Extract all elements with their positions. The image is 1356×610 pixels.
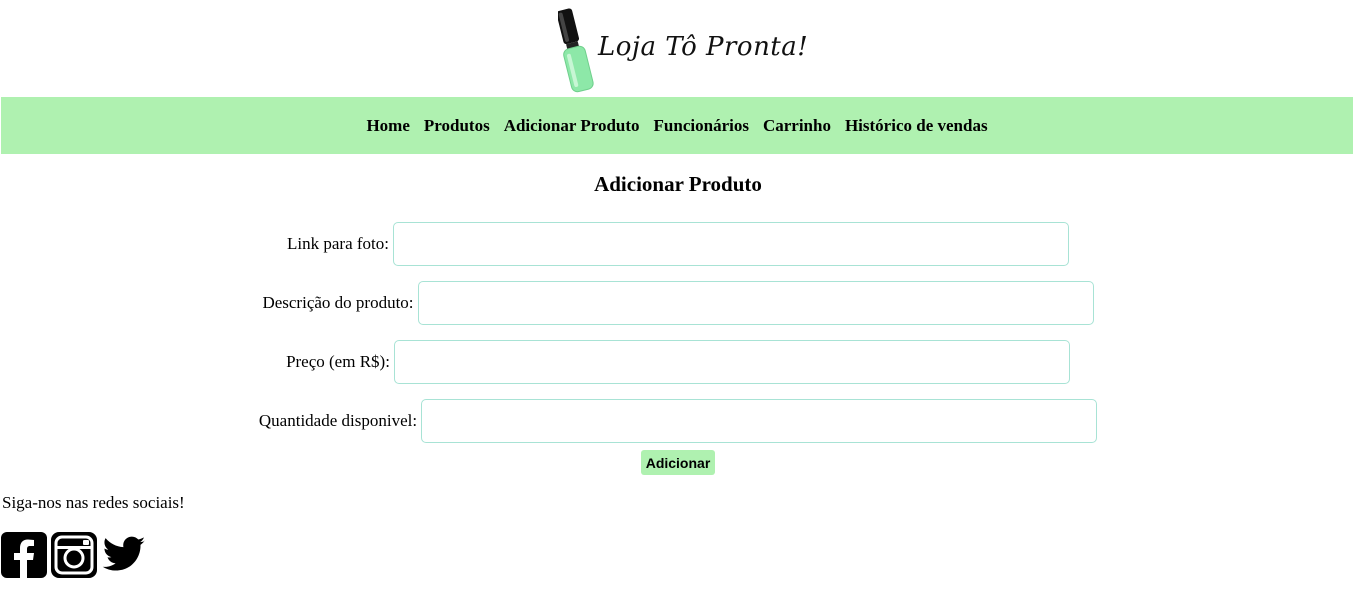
nav-adicionar-produto[interactable]: Adicionar Produto xyxy=(504,116,640,136)
price-row: Preço (em R$): xyxy=(0,340,1356,384)
description-input[interactable] xyxy=(417,281,1094,325)
submit-wrap: Adicionar xyxy=(0,450,1356,475)
nail-polish-icon xyxy=(558,8,594,93)
quantity-input[interactable] xyxy=(421,399,1098,443)
add-product-button[interactable]: Adicionar xyxy=(640,450,716,475)
nav-funcionarios[interactable]: Funcionários xyxy=(654,116,749,136)
page-title: Adicionar Produto xyxy=(594,172,762,196)
photo-link-row: Link para foto: xyxy=(0,222,1356,266)
logo-text: Loja Tô Pronta! xyxy=(598,32,809,62)
instagram-icon[interactable] xyxy=(51,532,97,583)
nav-carrinho[interactable]: Carrinho xyxy=(763,116,831,136)
social-icons xyxy=(1,532,147,583)
quantity-row: Quantidade disponivel: xyxy=(0,399,1356,443)
quantity-label: Quantidade disponivel: xyxy=(258,411,418,430)
social-text: Siga-nos nas redes sociais! xyxy=(2,493,185,512)
facebook-icon[interactable] xyxy=(1,532,47,583)
nav-historico-de-vendas[interactable]: Histórico de vendas xyxy=(845,116,988,136)
nav-produtos[interactable]: Produtos xyxy=(424,116,490,136)
header: Loja Tô Pronta! xyxy=(0,0,1356,97)
main-navbar: Home Produtos Adicionar Produto Funcioná… xyxy=(1,97,1353,154)
photo-link-input[interactable] xyxy=(392,222,1069,266)
photo-link-label: Link para foto: xyxy=(287,234,389,253)
description-row: Descrição do produto: xyxy=(0,281,1356,325)
twitter-icon[interactable] xyxy=(101,532,147,583)
store-logo[interactable]: Loja Tô Pronta! xyxy=(558,6,808,96)
nav-home[interactable]: Home xyxy=(366,116,409,136)
description-label: Descrição do produto: xyxy=(262,293,414,312)
price-label: Preço (em R$): xyxy=(286,352,390,371)
price-input[interactable] xyxy=(393,340,1070,384)
